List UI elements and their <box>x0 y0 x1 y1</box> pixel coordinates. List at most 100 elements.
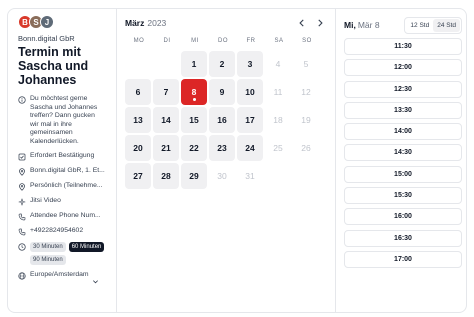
selected-weekday: Mi, <box>344 20 356 30</box>
video-row: Jitsi Video <box>18 197 116 206</box>
weekday-label: SA <box>274 38 284 44</box>
day-cell[interactable]: 20 <box>125 135 151 161</box>
host-avatars: BSJ <box>18 15 116 29</box>
weekday-label: DO <box>218 38 228 44</box>
day-cell[interactable]: 13 <box>125 107 151 133</box>
weekday-label: MI <box>191 38 199 44</box>
chevron-down-icon <box>92 272 99 284</box>
empty-day-cell <box>125 51 151 77</box>
day-cell: 4 <box>275 59 281 69</box>
day-cell: 30 <box>217 171 227 181</box>
weekday-label: DI <box>163 38 171 44</box>
format-12h-button[interactable]: 12 Std <box>406 19 433 32</box>
checkbox-icon <box>18 153 26 161</box>
phone-label-text: Attendee Phone Num... <box>30 212 101 219</box>
video-text: Jitsi Video <box>30 197 61 204</box>
day-cell: 19 <box>301 115 311 125</box>
time-slot-button[interactable]: 17:00 <box>344 250 462 268</box>
duration-row: 30 Minuten 60 Minuten 90 Minuten <box>18 242 116 265</box>
weekday-label: MO <box>133 38 145 44</box>
confirmation-text: Erfordert Bestätigung <box>30 152 95 159</box>
selected-date: Mär 8 <box>357 20 380 30</box>
weekday-header: MO DI MI DO FR SA SO <box>125 38 335 48</box>
day-cell[interactable]: 2 <box>209 51 235 77</box>
format-24h-button[interactable]: 24 Std <box>433 18 460 32</box>
phone-icon <box>18 213 26 221</box>
day-cell[interactable]: 21 <box>153 135 179 161</box>
booking-card: BSJ Bonn.digital GbR Termin mit Sascha u… <box>7 8 467 313</box>
time-slot-button[interactable]: 15:00 <box>344 165 462 183</box>
day-cell: 12 <box>301 87 311 97</box>
time-slot-button[interactable]: 12:30 <box>344 80 462 98</box>
phone-label-row: Attendee Phone Num... <box>18 212 116 221</box>
time-slot-button[interactable]: 12:00 <box>344 59 462 77</box>
clock-icon <box>18 243 26 251</box>
time-format-toggle: 12 Std 24 Std <box>404 16 462 34</box>
avatar-johannes: J <box>40 15 54 29</box>
day-cell: 18 <box>273 115 283 125</box>
event-title: Termin mit Sascha und Johannes <box>18 45 89 87</box>
day-cell[interactable]: 29 <box>181 163 207 189</box>
time-slot-button[interactable]: 11:30 <box>344 38 462 55</box>
description-row: Du möchtest gerne Sascha und Johannes tr… <box>18 95 116 146</box>
day-cell[interactable]: 23 <box>209 135 235 161</box>
day-cell[interactable]: 9 <box>209 79 235 105</box>
time-slot-panel: Mi, Mär 8 12 Std 24 Std 11:30 12:00 12:30 1… <box>335 9 466 312</box>
day-cell: 26 <box>301 143 311 153</box>
day-cell[interactable]: 15 <box>181 107 207 133</box>
in-person-text: Persönlich (Teilnehme... <box>30 182 103 189</box>
day-cell: 11 <box>273 87 283 97</box>
weekday-label: SO <box>302 38 312 44</box>
map-pin-icon <box>18 168 26 176</box>
confirmation-row: Erfordert Bestätigung <box>18 152 116 161</box>
slot-header: Mi, Mär 8 12 Std 24 Std <box>344 16 462 34</box>
in-person-row: Persönlich (Teilnehme... <box>18 182 116 191</box>
day-cell[interactable]: 14 <box>153 107 179 133</box>
phone-number: +4922824954602 <box>30 227 84 234</box>
day-cell[interactable]: 7 <box>153 79 179 105</box>
selected-day[interactable]: 8 <box>181 79 207 105</box>
day-cell: 31 <box>245 171 255 181</box>
day-cell[interactable]: 16 <box>209 107 235 133</box>
duration-pill[interactable]: 30 Minuten <box>30 242 66 252</box>
month-calendar: März 2023 MO DI MI DO FR SA SO 1 2 3 4 5 6 7 8 9 10 11 12… <box>117 9 335 312</box>
day-cell[interactable]: 1 <box>181 51 207 77</box>
day-cell[interactable]: 6 <box>125 79 151 105</box>
company-name: Bonn.digital GbR <box>18 34 75 43</box>
calendar-header: März 2023 <box>125 16 335 30</box>
day-cell[interactable]: 24 <box>237 135 263 161</box>
day-cell: 25 <box>273 143 283 153</box>
location-text: Bonn.digital GbR, 1. Et... <box>30 167 105 174</box>
weekday-label: FR <box>246 38 256 44</box>
globe-icon <box>18 272 26 280</box>
time-slot-button[interactable]: 16:00 <box>344 208 462 226</box>
day-grid: 1 2 3 4 5 6 7 8 9 10 11 12 13 14 15 16 17 18 19 20 21 22 23 24 2… <box>125 51 335 191</box>
chevron-left-icon[interactable] <box>297 18 307 28</box>
map-pin-icon <box>18 183 26 191</box>
day-cell[interactable]: 17 <box>237 107 263 133</box>
slot-list: 11:30 12:00 12:30 13:30 14:00 14:30 15:00 15:30… <box>344 38 462 268</box>
day-cell[interactable]: 27 <box>125 163 151 189</box>
location-row: Bonn.digital GbR, 1. Et... <box>18 167 116 176</box>
time-slot-button[interactable]: 14:30 <box>344 144 462 162</box>
time-slot-button[interactable]: 16:30 <box>344 229 462 247</box>
phone-row: +4922824954602 <box>18 227 116 236</box>
day-cell[interactable]: 28 <box>153 163 179 189</box>
chevron-right-icon[interactable] <box>315 18 325 28</box>
info-icon <box>18 96 26 104</box>
day-cell[interactable]: 10 <box>237 79 263 105</box>
duration-pill[interactable]: 90 Minuten <box>30 255 66 265</box>
time-slot-button[interactable]: 13:30 <box>344 101 462 119</box>
event-info-panel: BSJ Bonn.digital GbR Termin mit Sascha u… <box>8 9 117 312</box>
time-slot-button[interactable]: 15:30 <box>344 187 462 205</box>
empty-day-cell <box>153 51 179 77</box>
time-slot-button[interactable]: 14:00 <box>344 123 462 141</box>
event-description: Du möchtest gerne Sascha und Johannes tr… <box>30 95 98 145</box>
month-navigation <box>297 18 325 28</box>
day-cell[interactable]: 3 <box>237 51 263 77</box>
phone-icon <box>18 228 26 236</box>
timezone-select[interactable]: Europe/Amsterdam <box>18 271 116 284</box>
duration-pill[interactable]: 60 Minuten <box>68 242 105 252</box>
day-cell: 5 <box>303 59 309 69</box>
day-cell[interactable]: 22 <box>181 135 207 161</box>
